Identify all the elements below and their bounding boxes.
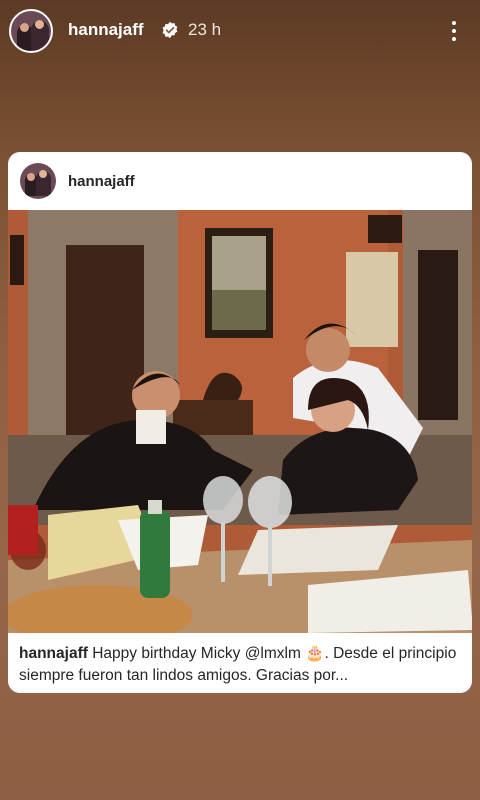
story-avatar[interactable] <box>9 9 53 53</box>
post-caption: hannajaff Happy birthday Micky @lmxlm 🎂.… <box>19 643 465 687</box>
story-timestamp: 23 h <box>188 20 222 39</box>
post-photo <box>8 210 472 633</box>
more-options-icon[interactable] <box>444 16 464 46</box>
post-username[interactable]: hannajaff <box>68 173 135 190</box>
post-avatar[interactable] <box>20 163 56 199</box>
caption-username[interactable]: hannajaff <box>19 645 88 662</box>
story-username[interactable]: hannajaff <box>68 20 144 40</box>
story-header: hannajaff 23 h <box>0 0 480 64</box>
post-header: hannajaff <box>8 152 472 210</box>
verified-badge-icon <box>162 21 178 39</box>
shared-post-card[interactable]: hannajaff hannajaff Happy birthday Micky… <box>8 152 472 693</box>
